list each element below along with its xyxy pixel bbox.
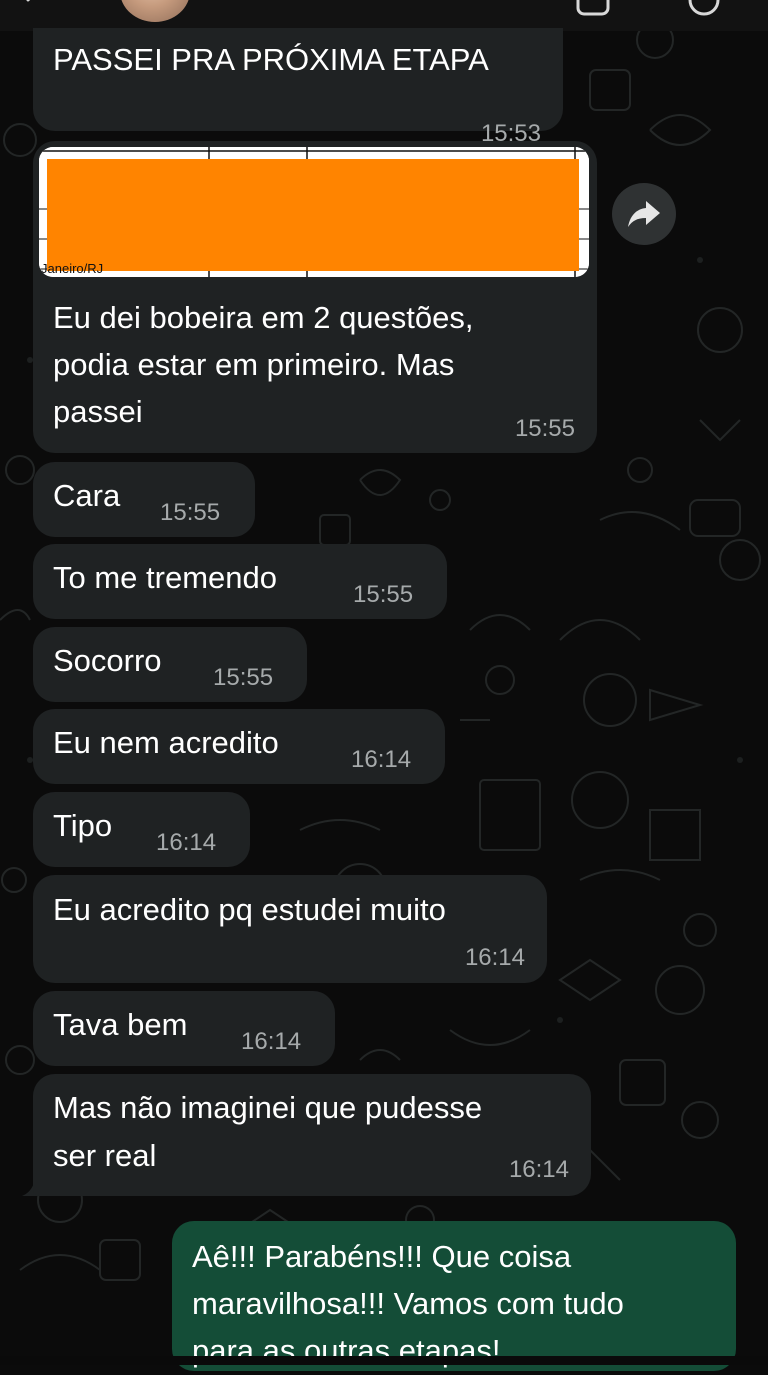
message-bubble[interactable]: Mas não imaginei que pudesse ser real 16…: [33, 1074, 591, 1196]
message-text: Cara: [53, 478, 121, 513]
redaction-block: [47, 159, 579, 271]
message-time: 15:55: [514, 415, 575, 442]
message-text: Socorro: [53, 643, 162, 678]
message-text-line: maravilhosa!!! Vamos com tudo: [192, 1286, 624, 1321]
chat-header: [0, 0, 768, 31]
message-bubble[interactable]: Tipo 16:14: [33, 792, 250, 867]
message-time: 16:14: [156, 829, 217, 856]
message-bubble[interactable]: Tava bem 16:14: [33, 991, 335, 1066]
message-time: 15:55: [353, 581, 414, 608]
message-bubble[interactable]: Cara 15:55: [33, 462, 255, 537]
message-text-line: podia estar em primeiro. Mas: [53, 347, 455, 382]
message-bubble[interactable]: To me tremendo 15:55: [33, 544, 447, 619]
message-time: 16:14: [351, 746, 412, 773]
message-bubble[interactable]: PASSEI PRA PRÓXIMA ETAPA 15:53: [33, 28, 563, 147]
message-text: Tava bem: [53, 1007, 188, 1042]
bottom-edge: [0, 1356, 768, 1365]
message-text-line: ser real: [53, 1138, 157, 1173]
message-text: PASSEI PRA PRÓXIMA ETAPA: [53, 42, 489, 77]
message-text-line: Eu dei bobeira em 2 questões,: [53, 300, 474, 335]
message-time: 16:14: [508, 1156, 569, 1183]
forward-arrow-icon: [626, 197, 662, 236]
message-time: 15:55: [160, 499, 221, 526]
message-bubble[interactable]: Socorro 15:55: [33, 627, 307, 702]
message-text-line: para as outras etapas!: [192, 1333, 501, 1368]
message-time: 15:55: [213, 664, 274, 691]
message-bubble[interactable]: Eu nem acredito 16:14: [33, 709, 445, 784]
message-text-line: Mas não imaginei que pudesse: [53, 1090, 483, 1125]
message-bubble[interactable]: Eu acredito pq estudei muito 16:14: [33, 875, 547, 983]
message-time: 16:14: [241, 1028, 302, 1055]
chevron-left-icon[interactable]: [22, 0, 46, 17]
forward-button[interactable]: [612, 183, 676, 245]
message-text-line: Aê!!! Parabéns!!! Que coisa: [192, 1239, 572, 1274]
message-text: Eu acredito pq estudei muito: [53, 892, 446, 927]
message-text: Eu nem acredito: [53, 725, 279, 760]
message-text-line: passei: [53, 394, 143, 429]
image-caption: Janeiro/RJ: [41, 261, 103, 276]
message-text: Tipo: [53, 808, 113, 843]
message-time: 16:14: [464, 944, 525, 971]
outgoing-message-bubble[interactable]: Aê!!! Parabéns!!! Que coisa maravilhosa!…: [172, 1221, 736, 1371]
shared-image[interactable]: Janeiro/RJ: [39, 147, 589, 277]
message-text: To me tremendo: [53, 560, 277, 595]
contact-avatar[interactable]: [120, 0, 190, 22]
image-message-bubble[interactable]: Janeiro/RJ Eu dei bobeira em 2 questões,…: [33, 141, 597, 453]
phone-icon[interactable]: [688, 0, 720, 25]
video-call-icon[interactable]: [576, 0, 610, 25]
